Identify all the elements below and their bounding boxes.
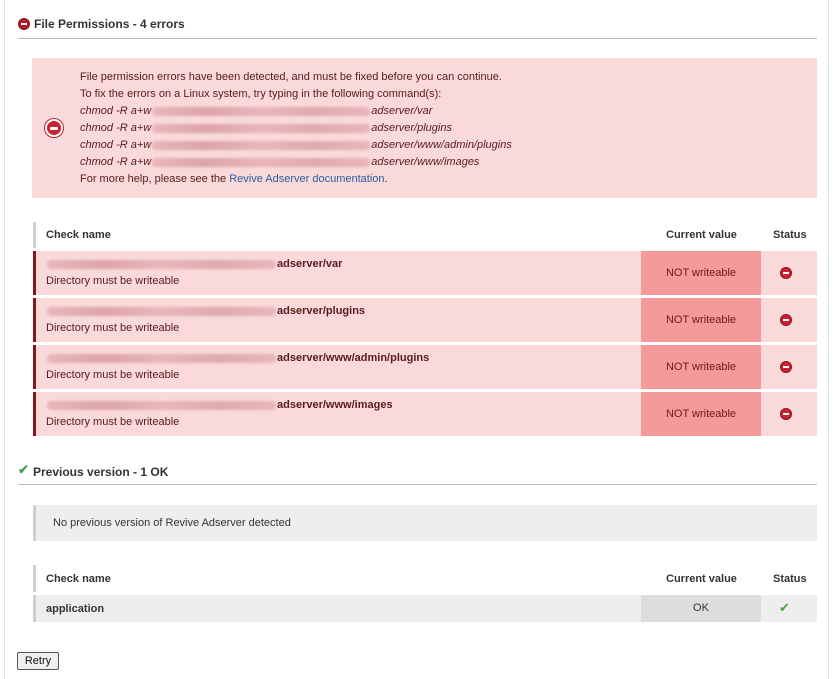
documentation-link[interactable]: Revive Adserver documentation — [229, 173, 384, 185]
error-circle-icon — [780, 408, 792, 420]
command-path: adserver/plugins — [371, 122, 452, 134]
error-circle-icon — [18, 18, 30, 30]
table-row: adserver/www/images Directory must be wr… — [33, 392, 817, 436]
column-header-current-value: Current value — [666, 573, 737, 585]
row-error-bar — [33, 298, 36, 342]
row-path-text: adserver/www/admin/plugins — [277, 352, 430, 364]
command-line[interactable]: chmod -R a+w adserver/www/images — [80, 155, 479, 169]
section-title: Previous version - 1 OK — [33, 465, 169, 479]
redacted-path — [47, 306, 276, 316]
row-current-value: NOT writeable — [641, 392, 761, 436]
row-bar — [33, 595, 36, 622]
section-title: File Permissions - 4 errors — [34, 17, 185, 31]
info-message-box: No previous version of Revive Adserver d… — [33, 505, 817, 541]
redacted-path — [152, 140, 371, 150]
command-prefix: chmod -R a+w — [80, 105, 152, 117]
redacted-path — [47, 400, 276, 410]
column-header-status: Status — [773, 229, 807, 241]
section-header-file-permissions: File Permissions - 4 errors — [18, 17, 817, 39]
section-header-previous-version: ✔ Previous version - 1 OK — [18, 463, 817, 485]
header-bar — [33, 222, 36, 248]
command-line[interactable]: chmod -R a+w adserver/plugins — [80, 121, 452, 135]
command-path: adserver/var — [371, 105, 433, 117]
redacted-path — [47, 259, 276, 269]
info-bar — [33, 505, 36, 541]
error-circle-icon — [780, 361, 792, 373]
column-header-check-name: Check name — [46, 573, 111, 585]
command-path: adserver/www/admin/plugins — [371, 139, 512, 151]
command-prefix: chmod -R a+w — [80, 156, 152, 168]
row-current-value: OK — [641, 595, 761, 622]
table-row: adserver/var Directory must be writeable… — [33, 251, 817, 295]
help-suffix: . — [384, 173, 388, 185]
table-row: adserver/www/admin/plugins Directory mus… — [33, 345, 817, 389]
error-circle-icon — [780, 314, 792, 326]
row-current-value: NOT writeable — [641, 251, 761, 295]
row-description: Directory must be writeable — [46, 416, 180, 428]
row-path-text: adserver/plugins — [277, 305, 366, 317]
command-line[interactable]: chmod -R a+w adserver/var — [80, 104, 432, 118]
row-name: application — [46, 603, 105, 615]
row-path: adserver/var — [46, 257, 342, 271]
table-row: adserver/plugins Directory must be write… — [33, 298, 817, 342]
row-path-text: adserver/www/images — [277, 399, 393, 411]
redacted-path — [47, 353, 276, 363]
checkmark-icon: ✔ — [779, 600, 790, 615]
error-circle-icon — [780, 267, 792, 279]
row-error-bar — [33, 345, 36, 389]
column-header-current-value: Current value — [666, 229, 737, 241]
error-line-2: To fix the errors on a Linux system, try… — [80, 88, 442, 100]
info-text: No previous version of Revive Adserver d… — [53, 517, 291, 529]
row-path: adserver/www/admin/plugins — [46, 351, 429, 365]
checkmark-icon: ✔ — [18, 462, 29, 477]
header-bar — [33, 565, 36, 592]
command-line[interactable]: chmod -R a+w adserver/www/admin/plugins — [80, 138, 512, 152]
row-current-value: NOT writeable — [641, 298, 761, 342]
row-path: adserver/www/images — [46, 398, 393, 412]
error-message-box: File permission errors have been detecte… — [32, 58, 817, 198]
command-prefix: chmod -R a+w — [80, 139, 152, 151]
error-circle-icon — [45, 119, 63, 137]
row-description: Directory must be writeable — [46, 369, 180, 381]
row-error-bar — [33, 251, 36, 295]
command-path: adserver/www/images — [371, 156, 480, 168]
column-header-status: Status — [773, 573, 807, 585]
row-path-text: adserver/var — [277, 258, 343, 270]
command-prefix: chmod -R a+w — [80, 122, 152, 134]
column-header-check-name: Check name — [46, 229, 111, 241]
row-path: adserver/plugins — [46, 304, 365, 318]
redacted-path — [152, 123, 371, 133]
row-current-value: NOT writeable — [641, 345, 761, 389]
redacted-path — [152, 157, 371, 167]
retry-button[interactable]: Retry — [17, 652, 59, 670]
help-line: For more help, please see the Revive Ads… — [80, 172, 388, 186]
table-row: application OK ✔ — [33, 595, 817, 622]
redacted-path — [152, 106, 371, 116]
error-line-1: File permission errors have been detecte… — [80, 71, 502, 83]
row-error-bar — [33, 392, 36, 436]
row-description: Directory must be writeable — [46, 275, 180, 287]
row-description: Directory must be writeable — [46, 322, 180, 334]
help-text: For more help, please see the — [80, 173, 230, 185]
